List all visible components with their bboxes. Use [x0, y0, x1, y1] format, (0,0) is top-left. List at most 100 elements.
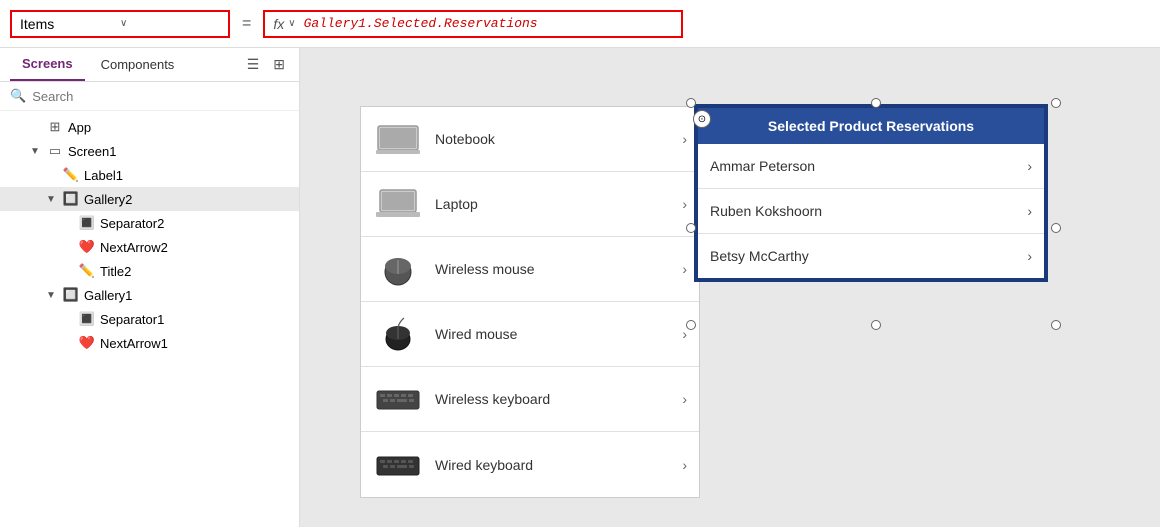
product-wired-mouse[interactable]: Wired mouse ›	[361, 302, 699, 367]
handle-mid-left[interactable]	[686, 223, 696, 233]
left-panel: Screens Components ☰ ⊞ 🔍 ⊞ App ▼ ▭	[0, 48, 300, 527]
main-layout: Screens Components ☰ ⊞ 🔍 ⊞ App ▼ ▭	[0, 48, 1160, 527]
product-wireless-keyboard[interactable]: Wireless keyboard ›	[361, 367, 699, 432]
reservation-chevron-3-icon: ›	[1027, 248, 1032, 264]
tree-item-app[interactable]: ⊞ App	[0, 115, 299, 139]
reservation-name-3: Betsy McCarthy	[710, 248, 1027, 264]
wired-mouse-chevron-icon: ›	[682, 326, 687, 342]
equals-sign: =	[238, 15, 255, 33]
search-bar: 🔍	[0, 82, 299, 111]
nextarrow1-label: NextArrow1	[100, 336, 168, 351]
wireless-keyboard-icon	[373, 379, 423, 419]
app-label: App	[68, 120, 91, 135]
notebook-icon	[373, 119, 423, 159]
fx-icon: fx	[273, 16, 284, 32]
reservations-title: Selected Product Reservations	[768, 118, 974, 134]
gallery1-icon: 🔲	[62, 287, 80, 303]
tree-item-separator1[interactable]: 🔳 Separator1	[0, 307, 299, 331]
screen1-label: Screen1	[68, 144, 116, 159]
separator2-icon: 🔳	[78, 215, 96, 231]
tree-item-nextarrow1[interactable]: ❤️ NextArrow1	[0, 331, 299, 355]
wired-mouse-icon	[373, 314, 423, 354]
tree-item-title2[interactable]: ✏️ Title2	[0, 259, 299, 283]
items-label: Items	[20, 16, 120, 32]
reservation-chevron-1-icon: ›	[1027, 158, 1032, 174]
wireless-keyboard-chevron-icon: ›	[682, 391, 687, 407]
fx-chevron-icon: ∨	[288, 18, 295, 29]
product-laptop[interactable]: Laptop ›	[361, 172, 699, 237]
handle-top-left[interactable]	[686, 98, 696, 108]
tree-arrow-gallery2: ▼	[46, 194, 58, 205]
formula-bar[interactable]: fx ∨ Gallery1.Selected.Reservations	[263, 10, 683, 38]
title2-icon: ✏️	[78, 263, 96, 279]
product-wired-keyboard[interactable]: Wired keyboard ›	[361, 432, 699, 497]
reservation-name-2: Ruben Kokshoorn	[710, 203, 1027, 219]
tree-item-separator2[interactable]: 🔳 Separator2	[0, 211, 299, 235]
gallery2-icon: 🔲	[62, 191, 80, 207]
tree-item-gallery2[interactable]: ▼ 🔲 Gallery2	[0, 187, 299, 211]
canvas: Notebook › Laptop › Wireless mouse ›	[300, 48, 1160, 527]
laptop-chevron-icon: ›	[682, 196, 687, 212]
grid-view-icon[interactable]: ⊞	[269, 52, 289, 77]
items-chevron-icon: ∨	[120, 18, 220, 29]
gallery1-label: Gallery1	[84, 288, 132, 303]
wired-keyboard-chevron-icon: ›	[682, 457, 687, 473]
nextarrow1-icon: ❤️	[78, 335, 96, 351]
notebook-name: Notebook	[435, 131, 682, 147]
handle-bottom-right[interactable]	[1051, 320, 1061, 330]
app-icon: ⊞	[46, 119, 64, 135]
tab-screens[interactable]: Screens	[10, 48, 85, 81]
gallery2-label: Gallery2	[84, 192, 132, 207]
notebook-chevron-icon: ›	[682, 131, 687, 147]
items-dropdown[interactable]: Items ∨	[10, 10, 230, 38]
tree-item-nextarrow2[interactable]: ❤️ NextArrow2	[0, 235, 299, 259]
handle-top-center[interactable]	[871, 98, 881, 108]
separator2-label: Separator2	[100, 216, 164, 231]
product-notebook[interactable]: Notebook ›	[361, 107, 699, 172]
gallery-list: Notebook › Laptop › Wireless mouse ›	[360, 106, 700, 498]
laptop-icon	[373, 184, 423, 224]
reservation-item-1[interactable]: Ammar Peterson ›	[698, 144, 1044, 189]
nextarrow2-icon: ❤️	[78, 239, 96, 255]
tree-item-screen1[interactable]: ▼ ▭ Screen1	[0, 139, 299, 163]
wireless-keyboard-name: Wireless keyboard	[435, 391, 682, 407]
separator1-label: Separator1	[100, 312, 164, 327]
tree-arrow-screen1: ▼	[30, 146, 42, 157]
tab-components[interactable]: Components	[89, 49, 187, 80]
laptop-name: Laptop	[435, 196, 682, 212]
wired-keyboard-icon	[373, 445, 423, 485]
list-view-icon[interactable]: ☰	[243, 52, 264, 77]
reservation-chevron-2-icon: ›	[1027, 203, 1032, 219]
product-wireless-mouse[interactable]: Wireless mouse ›	[361, 237, 699, 302]
tabs-bar: Screens Components ☰ ⊞	[0, 48, 299, 82]
separator1-icon: 🔳	[78, 311, 96, 327]
reservations-header: Selected Product Reservations	[698, 108, 1044, 144]
label-icon: ✏️	[62, 167, 80, 183]
toolbar: Items ∨ = fx ∨ Gallery1.Selected.Reserva…	[0, 0, 1160, 48]
tab-icons: ☰ ⊞	[243, 52, 289, 77]
wired-mouse-name: Wired mouse	[435, 326, 682, 342]
move-handle[interactable]: ⊙	[693, 110, 711, 128]
reservation-item-3[interactable]: Betsy McCarthy ›	[698, 234, 1044, 278]
reservation-item-2[interactable]: Ruben Kokshoorn ›	[698, 189, 1044, 234]
reservations-panel: Selected Product Reservations Ammar Pete…	[696, 106, 1046, 280]
title2-label: Title2	[100, 264, 131, 279]
handle-bottom-center[interactable]	[871, 320, 881, 330]
tree-item-gallery1[interactable]: ▼ 🔲 Gallery1	[0, 283, 299, 307]
label1-label: Label1	[84, 168, 123, 183]
wireless-mouse-name: Wireless mouse	[435, 261, 682, 277]
reservation-name-1: Ammar Peterson	[710, 158, 1027, 174]
screen-icon: ▭	[46, 143, 64, 159]
wireless-mouse-chevron-icon: ›	[682, 261, 687, 277]
handle-bottom-left[interactable]	[686, 320, 696, 330]
handle-top-right[interactable]	[1051, 98, 1061, 108]
handle-mid-right[interactable]	[1051, 223, 1061, 233]
wired-keyboard-name: Wired keyboard	[435, 457, 682, 473]
tree-arrow-gallery1: ▼	[46, 290, 58, 301]
tree-view: ⊞ App ▼ ▭ Screen1 ✏️ Label1 ▼ 🔲	[0, 111, 299, 527]
tree-item-label1[interactable]: ✏️ Label1	[0, 163, 299, 187]
search-input[interactable]	[32, 89, 289, 104]
wireless-mouse-icon	[373, 249, 423, 289]
nextarrow2-label: NextArrow2	[100, 240, 168, 255]
formula-text: Gallery1.Selected.Reservations	[304, 16, 538, 31]
